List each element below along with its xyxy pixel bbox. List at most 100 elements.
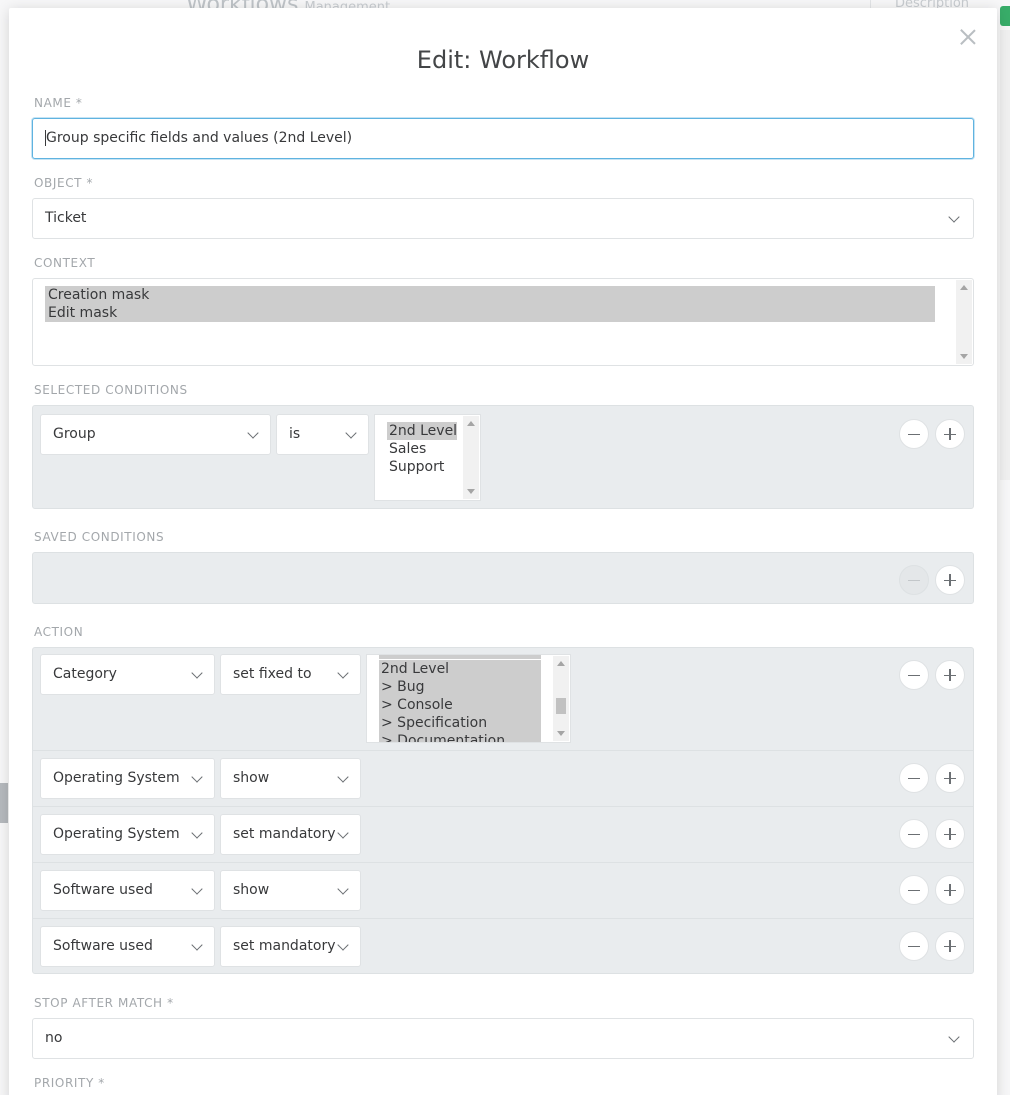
action-field-select[interactable]: Software used: [40, 870, 215, 911]
chevron-down-icon: [191, 667, 203, 679]
scroll-down-icon[interactable]: [467, 489, 475, 494]
action-field-select[interactable]: Category: [40, 654, 215, 695]
action-label: ACTION: [34, 625, 84, 639]
remove-action-button[interactable]: [899, 931, 929, 961]
row-divider: [33, 750, 973, 751]
action-operator-select[interactable]: show: [220, 870, 361, 911]
context-option-creation-mask[interactable]: Creation mask: [45, 286, 935, 304]
condition-value-sales[interactable]: Sales: [387, 440, 426, 458]
context-label: CONTEXT: [34, 256, 96, 270]
chevron-down-icon: [345, 427, 357, 439]
modal-title: Edit: Workflow: [416, 46, 590, 74]
action-field-value: Software used: [53, 882, 153, 898]
action-value-option[interactable]: > Bug: [379, 678, 541, 696]
scroll-down-icon[interactable]: [960, 354, 968, 359]
stop-after-match-label: STOP AFTER MATCH *: [34, 996, 174, 1010]
add-action-button[interactable]: [935, 763, 965, 793]
background-accent: [1000, 6, 1010, 26]
add-action-button[interactable]: [935, 931, 965, 961]
remove-condition-button[interactable]: [899, 419, 929, 449]
condition-operator-value: is: [289, 426, 301, 442]
remove-action-button[interactable]: [899, 875, 929, 905]
action-operator-select[interactable]: set fixed to: [220, 654, 361, 695]
add-saved-condition-button[interactable]: [935, 565, 965, 595]
action-field-value: Category: [53, 666, 117, 682]
chevron-down-icon: [191, 939, 203, 951]
condition-value-2nd-level[interactable]: 2nd Level: [387, 422, 458, 440]
scroll-up-icon[interactable]: [467, 421, 475, 426]
condition-values-listbox[interactable]: 2nd Level Sales Support: [374, 414, 481, 501]
add-action-button[interactable]: [935, 660, 965, 690]
condition-operator-select[interactable]: is: [276, 414, 369, 455]
action-operator-value: set fixed to: [233, 666, 312, 682]
selected-conditions-panel: Group is 2nd Level Sales Support: [32, 405, 974, 509]
action-value-option[interactable]: > Documentation: [379, 732, 541, 742]
stop-after-match-select[interactable]: no: [32, 1018, 974, 1059]
name-input-value: Group specific fields and values (2nd Le…: [46, 130, 353, 146]
chevron-down-icon: [247, 427, 259, 439]
action-value-option[interactable]: > Console Adjustments: [379, 696, 541, 731]
action-field-select[interactable]: Operating System: [40, 758, 215, 799]
chevron-down-icon: [948, 211, 960, 223]
context-option-edit-mask[interactable]: Edit mask: [45, 304, 935, 322]
chevron-down-icon: [948, 1031, 960, 1043]
name-input[interactable]: Group specific fields and values (2nd Le…: [32, 118, 974, 159]
add-condition-button[interactable]: [935, 419, 965, 449]
scroll-down-icon[interactable]: [557, 731, 565, 736]
selected-conditions-label: SELECTED CONDITIONS: [34, 383, 188, 397]
action-operator-value: set mandatory: [233, 826, 336, 842]
chevron-down-icon: [191, 827, 203, 839]
action-value-option[interactable]: 2nd Level: [379, 660, 541, 678]
saved-conditions-label: SAVED CONDITIONS: [34, 530, 165, 544]
remove-saved-condition-button: [899, 565, 929, 595]
chevron-down-icon: [191, 883, 203, 895]
action-operator-value: set mandatory: [233, 938, 336, 954]
row-divider: [33, 862, 973, 863]
chevron-down-icon: [337, 883, 349, 895]
add-action-button[interactable]: [935, 875, 965, 905]
remove-action-button[interactable]: [899, 819, 929, 849]
action-operator-select[interactable]: set mandatory: [220, 926, 361, 967]
action-field-value: Software used: [53, 938, 153, 954]
object-select-value: Ticket: [45, 210, 87, 226]
scrollbar-thumb[interactable]: [556, 698, 566, 714]
chevron-down-icon: [337, 667, 349, 679]
scrolled-option-fragment: [379, 655, 541, 659]
condition-value-support[interactable]: Support: [387, 458, 444, 476]
object-label: OBJECT *: [34, 176, 94, 190]
remove-action-button[interactable]: [899, 763, 929, 793]
action-values-listbox[interactable]: 2nd Level > Bug > Console Adjustments > …: [366, 654, 571, 743]
remove-action-button[interactable]: [899, 660, 929, 690]
action-panel: Category set fixed to 2nd Level > Bug > …: [32, 647, 974, 974]
background-scroll-area: [1000, 30, 1010, 480]
context-multiselect[interactable]: Creation mask Edit mask: [32, 278, 974, 366]
background-left-marker: [0, 783, 8, 823]
row-divider: [33, 918, 973, 919]
action-operator-value: show: [233, 770, 270, 786]
add-action-button[interactable]: [935, 819, 965, 849]
action-operator-value: show: [233, 882, 270, 898]
priority-label: PRIORITY *: [34, 1076, 105, 1090]
condition-attribute-value: Group: [53, 426, 96, 442]
condition-attribute-select[interactable]: Group: [40, 414, 271, 455]
action-field-value: Operating System: [53, 770, 180, 786]
row-divider: [33, 806, 973, 807]
chevron-down-icon: [337, 771, 349, 783]
action-field-select[interactable]: Operating System: [40, 814, 215, 855]
saved-conditions-panel: [32, 552, 974, 604]
name-label: NAME *: [34, 96, 83, 110]
action-values-scrollbar[interactable]: [553, 656, 569, 741]
chevron-down-icon: [337, 827, 349, 839]
action-field-select[interactable]: Software used: [40, 926, 215, 967]
action-operator-select[interactable]: show: [220, 758, 361, 799]
action-operator-select[interactable]: set mandatory: [220, 814, 361, 855]
close-icon[interactable]: [959, 28, 977, 46]
object-select[interactable]: Ticket: [32, 198, 974, 239]
condition-values-scrollbar[interactable]: [463, 416, 479, 499]
scroll-up-icon[interactable]: [960, 285, 968, 290]
context-scrollbar[interactable]: [956, 280, 972, 364]
edit-workflow-modal: Edit: Workflow NAME * Group specific fie…: [9, 8, 997, 1095]
scroll-up-icon[interactable]: [557, 661, 565, 666]
action-value-option[interactable]: > Specification: [379, 714, 541, 732]
chevron-down-icon: [191, 771, 203, 783]
